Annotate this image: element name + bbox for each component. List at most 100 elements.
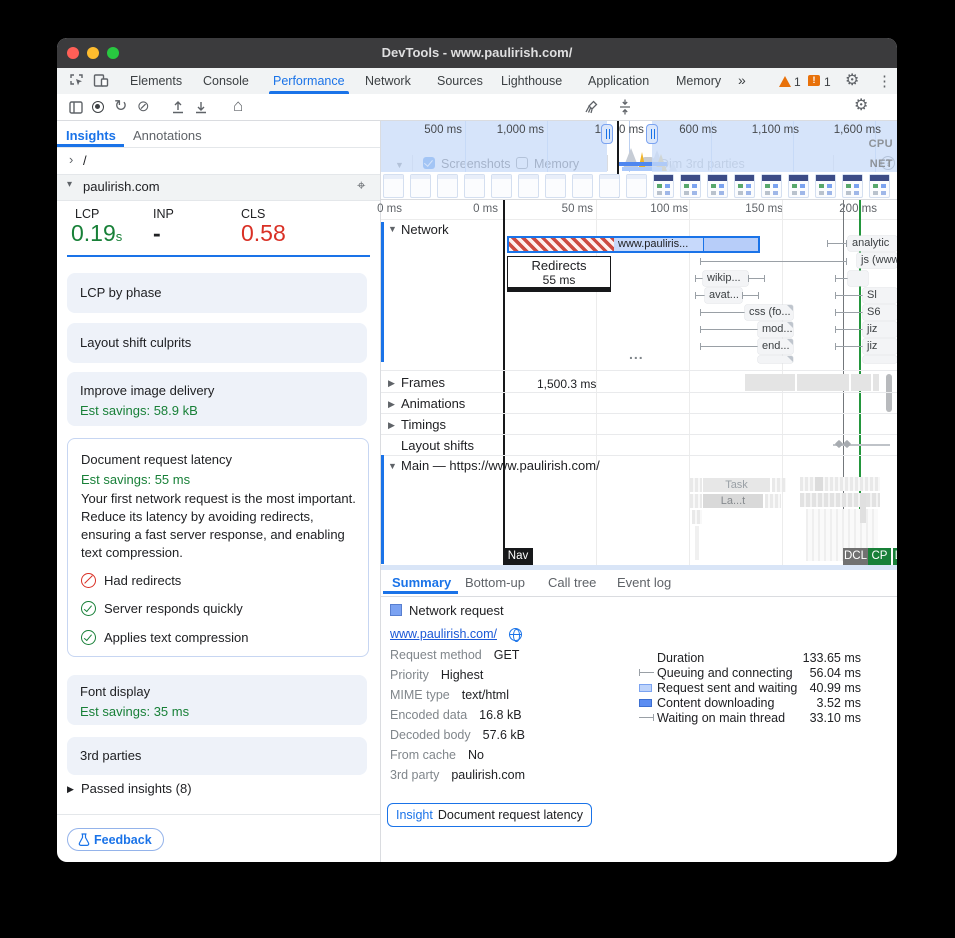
tab-console[interactable]: Console xyxy=(203,74,249,88)
filmstrip-thumb[interactable] xyxy=(437,174,458,198)
insight-card-layout-shift-culprits[interactable]: Layout shift culprits xyxy=(67,323,367,363)
filmstrip-thumb[interactable] xyxy=(410,174,431,198)
horizontal-scrollbar-track[interactable] xyxy=(381,565,897,570)
toggle-sidebar-icon[interactable] xyxy=(69,101,83,114)
tab-summary[interactable]: Summary xyxy=(392,575,451,590)
filmstrip-thumb[interactable] xyxy=(383,174,404,198)
tab-application[interactable]: Application xyxy=(588,74,649,88)
filmstrip-thumb[interactable] xyxy=(680,174,701,198)
device-toolbar-icon[interactable] xyxy=(93,73,109,88)
filmstrip-thumb[interactable] xyxy=(491,174,512,198)
record-icon[interactable] xyxy=(92,101,104,113)
network-request-label[interactable] xyxy=(848,271,868,286)
network-request-label[interactable]: S6 xyxy=(863,305,897,320)
issues-icon[interactable]: ! xyxy=(808,75,820,86)
filmstrip-thumb[interactable] xyxy=(842,174,863,198)
expand-triangle-icon[interactable]: ▶ xyxy=(388,378,395,389)
network-request-label[interactable]: analytic xyxy=(848,236,897,251)
upload-profile-icon[interactable] xyxy=(171,100,185,114)
tab-sources[interactable]: Sources xyxy=(437,74,483,88)
network-request-label[interactable]: jiz xyxy=(863,322,897,337)
task-block[interactable]: Task xyxy=(703,478,770,492)
insight-card-font-display[interactable]: Font display Est savings: 35 ms xyxy=(67,675,367,725)
network-request-label[interactable]: mod... xyxy=(758,322,793,337)
filmstrip-thumb[interactable] xyxy=(734,174,755,198)
filmstrip-thumb[interactable] xyxy=(653,174,674,198)
frame-bar[interactable] xyxy=(797,374,849,391)
title-bar[interactable]: DevTools - www.paulirish.com/ xyxy=(57,38,897,68)
more-tabs-icon[interactable]: » xyxy=(738,72,746,88)
reload-record-icon[interactable]: ↻ xyxy=(114,99,127,114)
tab-bottom-up[interactable]: Bottom-up xyxy=(465,575,525,590)
filmstrip-thumb[interactable] xyxy=(464,174,485,198)
network-request-label[interactable]: css (fo... xyxy=(745,305,793,320)
insight-chip[interactable]: Insight Document request latency xyxy=(387,803,592,827)
inspect-icon[interactable] xyxy=(69,73,84,88)
tab-lighthouse[interactable]: Lighthouse xyxy=(501,74,562,88)
timings-track-label[interactable]: Timings xyxy=(401,417,446,432)
filmstrip-thumb[interactable] xyxy=(761,174,782,198)
filmstrip-thumb[interactable] xyxy=(599,174,620,198)
fit-window-icon[interactable] xyxy=(618,99,632,115)
main-request-bar[interactable]: www.pauliris... xyxy=(507,236,760,253)
collapse-triangle-icon[interactable]: ▼ xyxy=(388,224,397,234)
selection-handle-right[interactable] xyxy=(646,124,658,144)
warning-icon[interactable] xyxy=(779,76,791,87)
filmstrip-thumb[interactable] xyxy=(626,174,647,198)
frame-bar[interactable] xyxy=(873,374,879,391)
animations-track-label[interactable]: Animations xyxy=(401,396,465,411)
vertical-scrollbar[interactable] xyxy=(886,374,892,412)
kebab-menu-icon[interactable]: ⋮ xyxy=(877,74,892,89)
filmstrip-thumb[interactable] xyxy=(545,174,566,198)
issue-count[interactable]: 1 xyxy=(824,75,831,89)
frames-track-label[interactable]: Frames xyxy=(401,375,445,390)
tab-annotations[interactable]: Annotations xyxy=(133,128,202,143)
network-request-label[interactable]: Sl xyxy=(863,288,897,303)
selection-handle-left[interactable] xyxy=(601,124,613,144)
tab-insights[interactable]: Insights xyxy=(66,128,116,143)
tab-performance[interactable]: Performance xyxy=(273,74,345,88)
network-request-label[interactable]: avat... xyxy=(705,288,742,303)
expand-triangle-icon[interactable]: ▶ xyxy=(388,399,395,410)
network-request-label[interactable]: js (www xyxy=(857,253,897,268)
network-request-label[interactable]: end... xyxy=(758,339,793,354)
capture-settings-gear-icon[interactable]: ⚙ xyxy=(854,98,868,113)
settings-gear-icon[interactable]: ⚙ xyxy=(845,73,859,88)
frame-bar[interactable] xyxy=(851,374,871,391)
filmstrip-thumb[interactable] xyxy=(815,174,836,198)
expand-triangle-icon[interactable]: ▶ xyxy=(388,420,395,431)
tab-memory[interactable]: Memory xyxy=(676,74,721,88)
layout-block[interactable]: La...t xyxy=(703,494,763,508)
site-row[interactable]: ▾ paulirish.com ⌖ xyxy=(57,175,380,200)
filmstrip-thumb[interactable] xyxy=(869,174,890,198)
download-profile-icon[interactable] xyxy=(194,100,208,114)
network-track-label[interactable]: Network xyxy=(401,222,449,237)
collapse-triangle-icon[interactable]: ▼ xyxy=(388,461,397,471)
home-icon[interactable]: ⌂ xyxy=(233,98,243,113)
passed-insights[interactable]: Passed insights (8) xyxy=(81,781,192,796)
tab-event-log[interactable]: Event log xyxy=(617,575,671,590)
insight-card-3rd-parties[interactable]: 3rd parties xyxy=(67,737,367,775)
expand-triangle-icon[interactable]: ▶ xyxy=(67,784,74,795)
request-link[interactable]: www.paulirish.com/ xyxy=(390,627,497,641)
frame-bar[interactable] xyxy=(745,374,795,391)
more-rows-ellipsis[interactable]: ... xyxy=(629,346,644,362)
network-request-label[interactable]: jiz xyxy=(863,339,897,354)
focus-crosshair-icon[interactable]: ⌖ xyxy=(357,177,365,194)
filmstrip-thumb[interactable] xyxy=(518,174,539,198)
clear-icon[interactable]: ⊘ xyxy=(137,99,150,114)
warning-count[interactable]: 1 xyxy=(794,75,801,89)
breadcrumb[interactable]: › / xyxy=(57,148,380,174)
insight-card-lcp-by-phase[interactable]: LCP by phase xyxy=(67,273,367,313)
insight-card-document-request-latency[interactable]: Document request latency Est savings: 55… xyxy=(67,438,369,657)
filmstrip-thumb[interactable] xyxy=(572,174,593,198)
main-track-label[interactable]: Main — https://www.paulirish.com/ xyxy=(401,458,600,473)
layout-shifts-track-label[interactable]: Layout shifts xyxy=(401,438,474,453)
tab-elements[interactable]: Elements xyxy=(130,74,182,88)
insight-card-improve-image-delivery[interactable]: Improve image delivery Est savings: 58.9… xyxy=(67,372,367,426)
tab-network[interactable]: Network xyxy=(365,74,411,88)
feedback-button[interactable]: Feedback xyxy=(67,828,164,851)
filmstrip-thumb[interactable] xyxy=(788,174,809,198)
filmstrip-thumb[interactable] xyxy=(707,174,728,198)
garbage-collect-icon[interactable] xyxy=(584,100,599,114)
